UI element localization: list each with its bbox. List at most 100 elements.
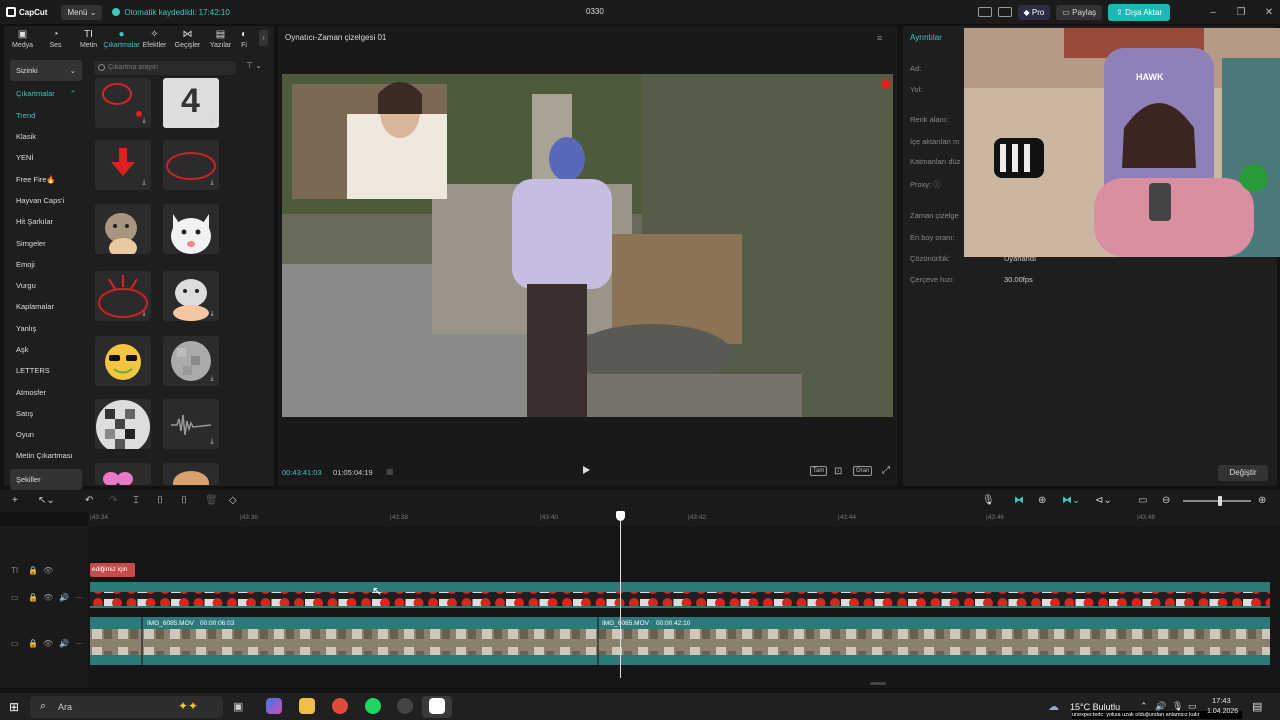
category-item[interactable]: Free Fire🔥 — [6, 168, 86, 189]
category-item[interactable]: YENİ — [6, 147, 86, 168]
clock-time[interactable]: 17:43 — [1212, 696, 1231, 705]
share-button[interactable]: ▭ Paylaş — [1056, 4, 1103, 20]
category-item[interactable]: Atmosfer — [6, 381, 86, 402]
maximize-icon[interactable]: ❐ — [1230, 7, 1252, 18]
tray-chevron-icon[interactable]: ⌃ — [1140, 701, 1148, 712]
category-item[interactable]: Yanlış — [6, 318, 86, 339]
video-preview[interactable] — [282, 74, 893, 417]
tab-audio[interactable]: ◔ Ses — [39, 26, 72, 52]
spotify-icon[interactable] — [365, 698, 381, 714]
playhead[interactable] — [620, 512, 621, 678]
link-clips-icon[interactable]: ⧓ — [1014, 495, 1024, 506]
sticker-red-burst[interactable]: ⤓ — [95, 271, 151, 321]
chrome-icon[interactable] — [332, 698, 348, 714]
tab-stickers[interactable]: ● Çıkartmalar — [103, 26, 139, 52]
eye-icon[interactable]: 👁 — [43, 566, 53, 575]
close-icon[interactable]: ✕ — [1258, 7, 1280, 18]
windows-start-icon[interactable]: ⊞ — [9, 700, 19, 714]
sticker-sunglasses-emoji[interactable] — [95, 336, 151, 386]
sticker-clip[interactable] — [90, 582, 1270, 608]
more-icon[interactable]: ⋯ — [75, 593, 83, 602]
add-track-icon[interactable]: + — [12, 495, 18, 506]
tab-effects[interactable]: ✧ Efektler — [138, 26, 171, 52]
sticker-mosaic[interactable] — [95, 399, 151, 449]
speaker-icon[interactable]: 🔊 — [1155, 701, 1166, 712]
magnet-icon[interactable]: ⧓⌄ — [1062, 495, 1080, 506]
delete-icon[interactable]: 🗑 — [205, 495, 218, 506]
info-icon[interactable]: ⓘ — [933, 180, 941, 189]
marker-icon[interactable]: ◇ — [229, 495, 237, 506]
sticker-cat-partial[interactable] — [163, 463, 219, 485]
file-explorer-icon[interactable] — [299, 698, 315, 714]
mic-tray-icon[interactable]: 🎙 — [1172, 701, 1183, 712]
more-icon[interactable]: ⋯ — [75, 639, 83, 648]
filter-button[interactable]: ⊤ ⌄ — [246, 61, 262, 70]
eye-icon[interactable]: 👁 — [43, 593, 53, 602]
play-button[interactable] — [583, 466, 590, 474]
undo-icon[interactable]: ↶ — [85, 495, 93, 506]
category-item[interactable]: Simgeler — [6, 232, 86, 253]
category-item[interactable]: Oyun — [6, 424, 86, 445]
volume-icon[interactable]: 🔊 — [59, 639, 69, 648]
lock-icon[interactable]: 🔒 — [28, 566, 38, 575]
layout-icon[interactable] — [977, 7, 992, 17]
category-dropdown[interactable]: Sizinki ⌄ — [10, 60, 82, 82]
category-item[interactable]: Trend — [6, 105, 86, 126]
category-item[interactable]: LETTERS — [6, 360, 86, 381]
tab-captions[interactable]: ▤ Yazılar — [204, 26, 237, 52]
sticker-sound-wave[interactable]: ⤓ — [163, 399, 219, 449]
sticker-red-arrow[interactable]: ⤓ — [95, 140, 151, 190]
grid-icon[interactable]: ▦ — [386, 467, 398, 476]
split-icon[interactable]: ⌶ — [133, 495, 139, 506]
select-tool-icon[interactable]: ↖⌄ — [38, 495, 55, 506]
lock-icon[interactable]: 🔒 — [28, 593, 38, 602]
copilot-icon[interactable] — [266, 698, 282, 714]
full-quality-button[interactable]: Tam — [810, 466, 828, 476]
pro-button[interactable]: ◆ Pro — [1017, 4, 1051, 20]
fullscreen-icon[interactable]: ⤢ — [882, 465, 890, 476]
preview-axis-icon[interactable]: ⊲⌄ — [1095, 495, 1112, 506]
text-clip[interactable]: ediğimiz için — [90, 563, 135, 577]
category-item[interactable]: Metin Çıkartması — [6, 445, 86, 466]
sticker-pink-bow[interactable] — [95, 463, 151, 485]
category-section-stickers[interactable]: Çıkartmalar ⌃ — [6, 83, 86, 104]
microphone-icon[interactable]: 🎙 — [982, 495, 995, 506]
playhead-handle[interactable] — [616, 511, 625, 521]
tab-filters[interactable]: ◐ Fi — [237, 26, 251, 52]
obs-icon[interactable] — [397, 698, 413, 714]
caption-icon[interactable]: ▭ — [1138, 495, 1147, 506]
sticker-red-oval[interactable]: ⤓ — [163, 140, 219, 190]
split-right-icon[interactable]: ⌷ — [181, 495, 187, 506]
category-item[interactable]: Hit Şarkılar — [6, 211, 86, 232]
category-item[interactable]: Satış — [6, 403, 86, 424]
split-left-icon[interactable]: ⌷ — [157, 495, 163, 506]
focus-icon[interactable]: ⊡ — [834, 466, 842, 477]
export-button[interactable]: ⇪ Dışa Aktar — [1108, 3, 1170, 21]
volume-icon[interactable]: 🔊 — [59, 593, 69, 602]
category-shapes[interactable]: Şekiller — [10, 468, 82, 490]
lock-icon[interactable]: 🔒 — [28, 639, 38, 648]
zoom-slider-handle[interactable] — [1218, 496, 1222, 506]
tab-media[interactable]: ▣ Medya — [6, 26, 39, 52]
sticker-cat-thumbsup[interactable] — [95, 204, 151, 254]
category-item[interactable]: Klasik — [6, 126, 86, 147]
notification-icon[interactable]: ▤ — [1252, 700, 1262, 713]
category-item[interactable]: Aşk — [6, 339, 86, 360]
tab-transitions[interactable]: ⋈ Geçişler — [171, 26, 204, 52]
eye-icon[interactable]: 👁 — [43, 639, 53, 648]
sticker-blur-circle[interactable]: ⤓ — [163, 336, 219, 386]
menu-button[interactable]: Menü ⌄ — [61, 4, 103, 20]
minimize-icon[interactable]: – — [1202, 7, 1224, 18]
sticker-cat-sad[interactable]: ⤓ — [163, 271, 219, 321]
category-item[interactable]: Emoji — [6, 254, 86, 275]
timeline-ruler[interactable] — [88, 512, 1280, 526]
sticker-red-circle[interactable]: ⤓ — [95, 78, 151, 128]
tabs-scroll-right[interactable]: › — [259, 30, 268, 46]
sticker-number-four[interactable]: 4 ⤓ — [163, 78, 219, 128]
zoom-slider[interactable] — [1183, 500, 1251, 502]
aspect-ratio-button[interactable]: Oran — [853, 466, 873, 476]
category-item[interactable]: Vurgu — [6, 275, 86, 296]
zoom-in-icon[interactable]: ⊕ — [1258, 495, 1266, 506]
sticker-search-input[interactable]: Çıkartma arayın — [94, 61, 236, 75]
task-view-icon[interactable]: ▣ — [233, 700, 243, 713]
